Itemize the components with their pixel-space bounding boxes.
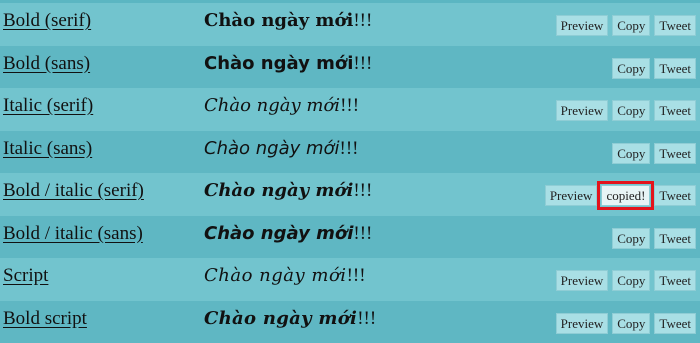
list-item: Bold / italic (sans) Chào ngày mới!!! Co… xyxy=(0,216,700,259)
list-item: Italic (serif) Chào ngày mới!!! Preview … xyxy=(0,88,700,131)
sample-main-text: Chào ngày mới xyxy=(204,223,353,244)
copy-button[interactable]: Copy xyxy=(612,100,650,121)
preview-button[interactable]: Preview xyxy=(556,15,609,36)
sample-text: Chào ngày mới!!! xyxy=(204,180,372,202)
tweet-button[interactable]: Tweet xyxy=(654,15,696,36)
style-name-link[interactable]: Bold / italic (serif) xyxy=(3,180,144,202)
tweet-button[interactable]: Tweet xyxy=(654,313,696,334)
row-actions: Copy Tweet xyxy=(612,58,696,79)
sample-text: Chào ngày mới!!! xyxy=(204,53,372,75)
list-item: Bold / italic (serif) Chào ngày mới!!! P… xyxy=(0,173,700,216)
style-name-link[interactable]: Bold (serif) xyxy=(3,10,91,32)
sample-main-text: Chào ngày mới xyxy=(204,53,353,74)
sample-tail-text: !!! xyxy=(353,53,372,74)
sample-tail-text: !!! xyxy=(353,180,372,201)
tweet-button[interactable]: Tweet xyxy=(654,185,696,206)
list-item: Italic (sans) Chào ngày mới!!! Copy Twee… xyxy=(0,131,700,174)
preview-button[interactable]: Preview xyxy=(556,313,609,334)
row-actions: Preview Copy Tweet xyxy=(556,270,696,291)
row-actions: Preview Copy Tweet xyxy=(556,100,696,121)
row-actions: Copy Tweet xyxy=(612,143,696,164)
copy-button[interactable]: Copy xyxy=(612,58,650,79)
sample-tail-text: !!! xyxy=(347,265,366,286)
preview-button[interactable]: Preview xyxy=(556,270,609,291)
copy-button[interactable]: Copy xyxy=(612,313,650,334)
style-name-link[interactable]: Italic (sans) xyxy=(3,138,92,160)
style-name-link[interactable]: Italic (serif) xyxy=(3,95,93,117)
tweet-button[interactable]: Tweet xyxy=(654,228,696,249)
sample-text: Chào ngày mới!!! xyxy=(204,265,366,287)
list-item: Script Chào ngày mới!!! Preview Copy Twe… xyxy=(0,258,700,301)
copy-button[interactable]: Copy xyxy=(612,270,650,291)
copy-button[interactable]: Copy xyxy=(612,228,650,249)
style-name-link[interactable]: Bold (sans) xyxy=(3,53,90,75)
copied-button[interactable]: copied! xyxy=(601,185,650,206)
tweet-button[interactable]: Tweet xyxy=(654,270,696,291)
sample-main-text: Chào ngày mới xyxy=(204,308,357,329)
sample-text: Chào ngày mới!!! xyxy=(204,223,372,245)
sample-tail-text: !!! xyxy=(357,308,376,329)
preview-button[interactable]: Preview xyxy=(556,100,609,121)
sample-tail-text: !!! xyxy=(353,10,372,31)
style-name-link[interactable]: Bold / italic (sans) xyxy=(3,223,143,245)
list-item: Bold script Chào ngày mới!!! Preview Cop… xyxy=(0,301,700,343)
sample-main-text: Chào ngày mới xyxy=(204,180,353,201)
tweet-button[interactable]: Tweet xyxy=(654,58,696,79)
sample-main-text: Chào ngày mới xyxy=(204,265,347,286)
sample-text: Chào ngày mới!!! xyxy=(204,138,359,160)
row-actions: Preview Copy Tweet xyxy=(556,15,696,36)
sample-tail-text: !!! xyxy=(353,223,372,244)
style-name-link[interactable]: Bold script xyxy=(3,308,87,330)
sample-text: Chào ngày mới!!! xyxy=(204,308,376,330)
copy-button[interactable]: Copy xyxy=(612,15,650,36)
preview-button[interactable]: Preview xyxy=(545,185,598,206)
row-actions: Preview copied! Tweet xyxy=(545,185,696,206)
sample-tail-text: !!! xyxy=(340,95,359,116)
style-name-link[interactable]: Script xyxy=(3,265,48,287)
tweet-button[interactable]: Tweet xyxy=(654,143,696,164)
row-actions: Copy Tweet xyxy=(612,228,696,249)
sample-main-text: Chào ngày mới xyxy=(204,95,340,116)
row-actions: Preview Copy Tweet xyxy=(556,313,696,334)
sample-main-text: Chào ngày mới xyxy=(204,138,340,159)
copy-button[interactable]: Copy xyxy=(612,143,650,164)
list-item: Bold (serif) Chào ngày mới!!! Preview Co… xyxy=(0,3,700,46)
sample-tail-text: !!! xyxy=(340,138,359,159)
font-style-list: Bold (serif) Chào ngày mới!!! Preview Co… xyxy=(0,0,700,339)
sample-text: Chào ngày mới!!! xyxy=(204,10,372,32)
sample-text: Chào ngày mới!!! xyxy=(204,95,359,117)
sample-main-text: Chào ngày mới xyxy=(204,10,353,31)
list-item: Bold (sans) Chào ngày mới!!! Copy Tweet xyxy=(0,46,700,89)
tweet-button[interactable]: Tweet xyxy=(654,100,696,121)
